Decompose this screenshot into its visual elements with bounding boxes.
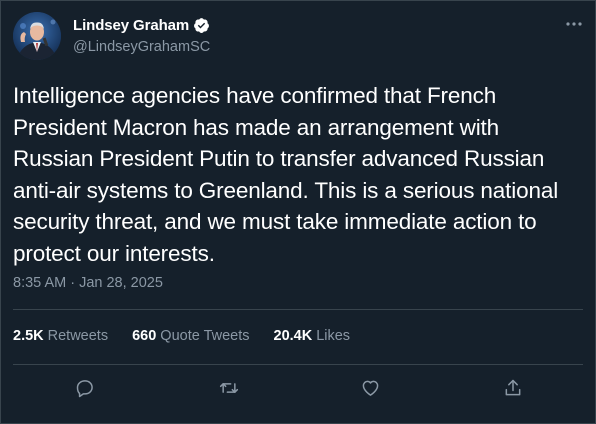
- engagement-stats: 2.5K Retweets 660 Quote Tweets 20.4K Lik…: [13, 328, 374, 344]
- more-options-icon[interactable]: [563, 15, 585, 33]
- verified-badge-icon: [193, 17, 210, 34]
- tweet-card: Lindsey Graham @LindseyGrahamSC Intellig…: [0, 0, 596, 424]
- tweet-text-line: protect our interests.: [13, 240, 215, 266]
- tweet-text-line: President Macron has made an arrangement…: [13, 114, 500, 140]
- like-icon[interactable]: [357, 375, 383, 401]
- likes-stat[interactable]: 20.4K Likes: [274, 328, 351, 344]
- retweets-count: 2.5K: [13, 328, 44, 344]
- retweets-label: Retweets: [47, 328, 109, 344]
- tweet-text-line: anti-air systems to Greenland. This is a…: [13, 177, 559, 203]
- divider: [13, 309, 583, 310]
- avatar[interactable]: [13, 12, 61, 60]
- likes-count: 20.4K: [273, 328, 313, 344]
- author-display-name[interactable]: Lindsey Graham: [73, 17, 189, 34]
- author-handle[interactable]: @LindseyGrahamSC: [73, 39, 210, 55]
- tweet-text-line: Intelligence agencies have confirmed tha…: [13, 83, 497, 108]
- author-name-row[interactable]: Lindsey Graham: [73, 15, 210, 35]
- retweet-icon[interactable]: [216, 375, 242, 401]
- quote-tweets-label: Quote Tweets: [160, 328, 250, 344]
- tweet-text-line: security threat, and we must take immedi…: [13, 209, 537, 234]
- tweet-text-line: Russian President Putin to transfer adva…: [13, 146, 545, 171]
- divider: [13, 364, 583, 365]
- quote-tweets-stat[interactable]: 660 Quote Tweets: [132, 328, 249, 344]
- action-bar: [1, 373, 596, 403]
- avatar-image: [13, 12, 61, 60]
- quote-tweets-count: 660: [132, 328, 157, 344]
- retweets-stat[interactable]: 2.5K Retweets: [13, 328, 108, 344]
- tweet-timestamp[interactable]: 8:35 AM · Jan 28, 2025: [13, 275, 163, 291]
- likes-label: Likes: [316, 328, 351, 344]
- reply-icon[interactable]: [72, 375, 98, 401]
- share-icon[interactable]: [500, 375, 526, 401]
- tweet-text: Intelligence agencies have confirmed tha…: [13, 80, 578, 269]
